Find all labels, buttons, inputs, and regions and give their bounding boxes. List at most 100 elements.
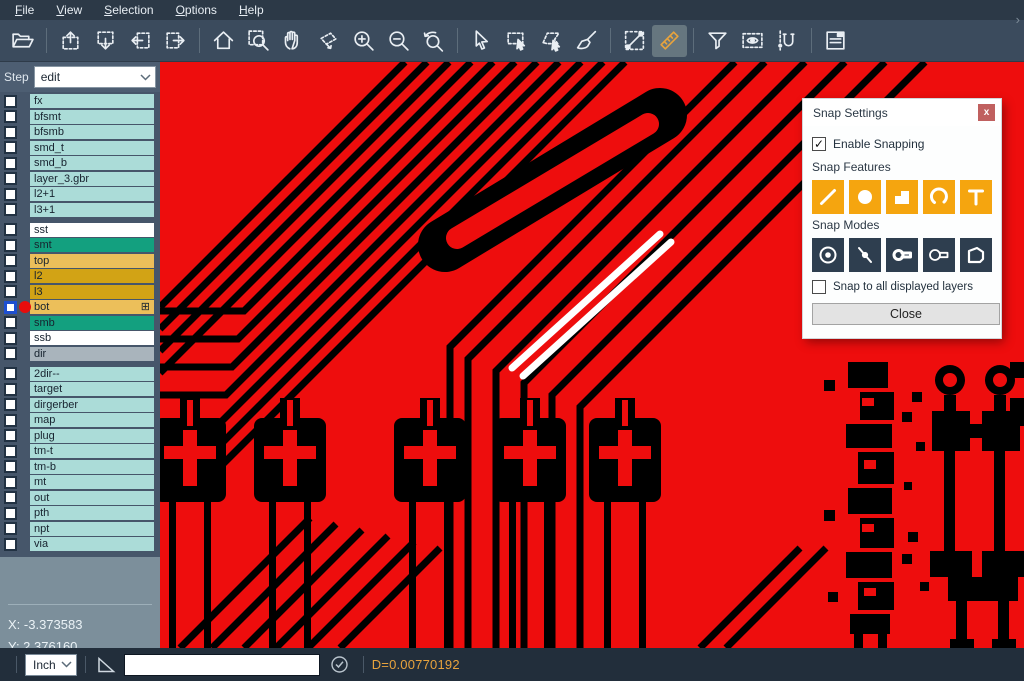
layer-row-layer_3.gbr[interactable]: layer_3.gbr xyxy=(0,172,160,186)
layer-name-bar[interactable]: bfsmt xyxy=(30,110,154,124)
layer-visibility-checkbox[interactable] xyxy=(4,538,17,551)
snap-surface-icon[interactable] xyxy=(886,180,918,214)
layer-visibility-checkbox[interactable] xyxy=(4,414,17,427)
layer-visibility-checkbox[interactable] xyxy=(4,367,17,380)
close-icon[interactable]: x xyxy=(978,104,995,121)
layer-name-bar[interactable]: smt xyxy=(30,238,154,252)
layer-row-smb[interactable]: smb xyxy=(0,316,160,330)
layer-row-ssb[interactable]: ssb xyxy=(0,331,160,345)
layer-row-l2+1[interactable]: l2+1 xyxy=(0,187,160,201)
layer-panel-icon[interactable] xyxy=(818,25,853,57)
layer-name-bar[interactable]: l3+1 xyxy=(30,203,154,217)
all-layers-row[interactable]: Snap to all displayed layers xyxy=(812,280,992,294)
layer-name-bar[interactable]: l2+1 xyxy=(30,187,154,201)
layer-visibility-checkbox[interactable] xyxy=(4,316,17,329)
layer-row-l3+1[interactable]: l3+1 xyxy=(0,203,160,217)
layer-row-tm-t[interactable]: tm-t xyxy=(0,444,160,458)
layer-row-plug[interactable]: plug xyxy=(0,429,160,443)
layer-name-bar[interactable]: map xyxy=(30,413,154,427)
layer-visibility-checkbox[interactable] xyxy=(4,522,17,535)
layer-row-out[interactable]: out xyxy=(0,491,160,505)
layer-row-dir[interactable]: dir xyxy=(0,347,160,361)
layer-name-bar[interactable]: fx xyxy=(30,94,154,108)
layer-name-bar[interactable]: layer_3.gbr xyxy=(30,172,154,186)
all-layers-checkbox[interactable] xyxy=(812,280,826,294)
layer-row-l3[interactable]: l3 xyxy=(0,285,160,299)
layer-name-bar[interactable]: dir xyxy=(30,347,154,361)
select-polygon-icon[interactable] xyxy=(534,25,569,57)
layer-name-bar[interactable]: plug xyxy=(30,429,154,443)
enable-snapping-checkbox[interactable]: ✓ xyxy=(812,137,826,151)
layer-visibility-checkbox[interactable] xyxy=(4,445,17,458)
layer-row-smd_t[interactable]: smd_t xyxy=(0,141,160,155)
dialog-title-bar[interactable]: Snap Settings x xyxy=(803,99,1001,126)
layer-visibility-checkbox[interactable] xyxy=(4,301,17,314)
grid-icon[interactable]: ⊞ xyxy=(141,302,150,313)
enable-snapping-row[interactable]: ✓ Enable Snapping xyxy=(812,137,992,151)
layer-visibility-checkbox[interactable] xyxy=(4,223,17,236)
command-input[interactable] xyxy=(124,654,320,676)
layer-name-bar[interactable]: sst xyxy=(30,223,154,237)
layer-visibility-checkbox[interactable] xyxy=(4,157,17,170)
toolbar-overflow-chevron[interactable]: › xyxy=(1016,12,1020,27)
layer-name-bar[interactable]: bfsmb xyxy=(30,125,154,139)
layer-visibility-checkbox[interactable] xyxy=(4,239,17,252)
filter-funnel-icon[interactable] xyxy=(700,25,735,57)
shift-view-up-icon[interactable] xyxy=(53,25,88,57)
home-view-icon[interactable] xyxy=(206,25,241,57)
measure-line-icon[interactable] xyxy=(617,25,652,57)
shift-view-down-icon[interactable] xyxy=(88,25,123,57)
shift-view-right-icon[interactable] xyxy=(158,25,193,57)
layer-visibility-checkbox[interactable] xyxy=(4,383,17,396)
layer-row-bot[interactable]: bot⊞ xyxy=(0,300,160,314)
menu-item-help[interactable]: Help xyxy=(228,2,275,18)
layer-row-dirgerber[interactable]: dirgerber xyxy=(0,398,160,412)
paint-brush-icon[interactable] xyxy=(569,25,604,57)
layer-visibility-checkbox[interactable] xyxy=(4,285,17,298)
snap-magnet-icon[interactable] xyxy=(770,25,805,57)
layer-visibility-checkbox[interactable] xyxy=(4,203,17,216)
zoom-previous-icon[interactable] xyxy=(416,25,451,57)
zoom-in-icon[interactable] xyxy=(346,25,381,57)
layer-name-bar[interactable]: smb xyxy=(30,316,154,330)
snap-pad-round-icon[interactable] xyxy=(849,180,881,214)
layer-visibility-checkbox[interactable] xyxy=(4,126,17,139)
close-button[interactable]: Close xyxy=(812,303,1000,325)
layer-row-fx[interactable]: fx xyxy=(0,94,160,108)
layer-row-npt[interactable]: npt xyxy=(0,522,160,536)
layer-row-bfsmt[interactable]: bfsmt xyxy=(0,110,160,124)
layer-name-bar[interactable]: top xyxy=(30,254,154,268)
layer-visibility-checkbox[interactable] xyxy=(4,172,17,185)
layer-visibility-checkbox[interactable] xyxy=(4,429,17,442)
pan-hand-icon[interactable] xyxy=(276,25,311,57)
snap-center-icon[interactable] xyxy=(812,238,844,272)
menu-item-file[interactable]: File xyxy=(4,2,45,18)
layer-row-sst[interactable]: sst xyxy=(0,223,160,237)
snap-midpoint-icon[interactable] xyxy=(849,238,881,272)
layer-visibility-checkbox[interactable] xyxy=(4,491,17,504)
layer-visibility-checkbox[interactable] xyxy=(4,398,17,411)
shift-view-left-icon[interactable] xyxy=(123,25,158,57)
snap-arc-icon[interactable] xyxy=(923,180,955,214)
layer-visibility-checkbox[interactable] xyxy=(4,188,17,201)
measure-ruler-icon[interactable] xyxy=(652,25,687,57)
layer-row-tm-b[interactable]: tm-b xyxy=(0,460,160,474)
layer-visibility-checkbox[interactable] xyxy=(4,507,17,520)
snap-profile-icon[interactable] xyxy=(960,238,992,272)
layer-name-bar[interactable]: tm-b xyxy=(30,460,154,474)
layer-row-mt[interactable]: mt xyxy=(0,475,160,489)
layer-row-smd_b[interactable]: smd_b xyxy=(0,156,160,170)
layer-name-bar[interactable]: pth xyxy=(30,506,154,520)
snap-body-outline-icon[interactable] xyxy=(923,238,955,272)
layer-name-bar[interactable]: mt xyxy=(30,475,154,489)
view-region-eye-icon[interactable] xyxy=(735,25,770,57)
step-combobox[interactable]: edit xyxy=(34,66,156,88)
apply-check-icon[interactable] xyxy=(330,655,349,674)
layer-visibility-checkbox[interactable] xyxy=(4,254,17,267)
layer-name-bar[interactable]: smd_b xyxy=(30,156,154,170)
layer-row-bfsmb[interactable]: bfsmb xyxy=(0,125,160,139)
menu-item-view[interactable]: View xyxy=(45,2,93,18)
layer-name-bar[interactable]: tm-t xyxy=(30,444,154,458)
angle-measure-icon[interactable] xyxy=(96,656,116,674)
layer-visibility-checkbox[interactable] xyxy=(4,460,17,473)
